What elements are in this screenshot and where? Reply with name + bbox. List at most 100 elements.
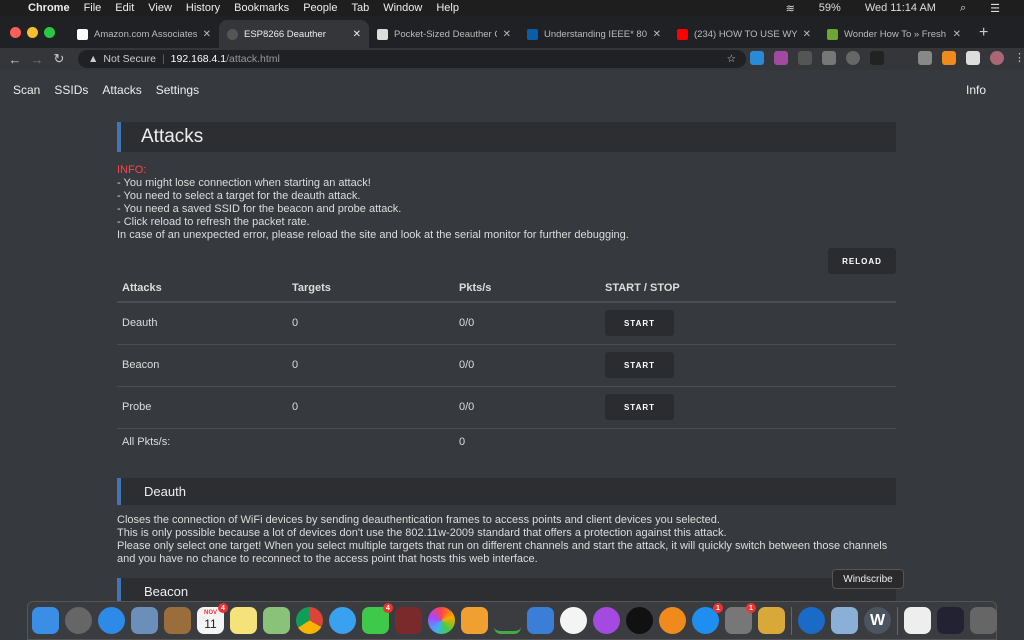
windscribe-icon[interactable]: W	[864, 607, 891, 634]
address-bar[interactable]: ▲ Not Secure | 192.168.4.1/attack.html ☆	[78, 50, 746, 68]
reload-button[interactable]: RELOAD	[828, 248, 896, 274]
tab-esp8266-deauther[interactable]: ESP8266 Deauther ✕	[219, 20, 369, 48]
menu-people[interactable]: People	[303, 2, 337, 14]
nav-info[interactable]: Info	[966, 83, 986, 97]
reload-page-button[interactable]: ↻	[48, 51, 70, 67]
k-extension-icon[interactable]	[894, 51, 908, 65]
tab-amazon[interactable]: Amazon.com Associates C ✕	[69, 20, 219, 48]
minimize-window-button[interactable]	[27, 27, 38, 38]
profile-avatar[interactable]	[990, 51, 1004, 65]
menu-window[interactable]: Window	[383, 2, 422, 14]
hackster-favicon-icon	[377, 28, 388, 40]
extension-icon[interactable]	[798, 51, 812, 65]
close-tab-icon[interactable]: ✕	[203, 29, 211, 40]
menu-history[interactable]: History	[186, 2, 220, 14]
pen-extension-icon[interactable]	[774, 51, 788, 65]
keynote-icon[interactable]	[527, 607, 554, 634]
nav-attacks[interactable]: Attacks	[102, 83, 141, 97]
contacts-icon[interactable]	[164, 607, 191, 634]
terminal-extension-icon[interactable]	[870, 51, 884, 65]
close-window-button[interactable]	[10, 27, 21, 38]
close-tab-icon[interactable]: ✕	[953, 29, 961, 40]
photo-booth-icon[interactable]	[395, 607, 422, 634]
bookmark-star-icon[interactable]: ☆	[727, 53, 736, 65]
tab-wonderhowto[interactable]: Wonder How To » Fresh H ✕	[819, 20, 969, 48]
tab-intel[interactable]: Understanding IEEE* 802. ✕	[519, 20, 669, 48]
wifi-icon[interactable]: ≋	[786, 2, 795, 15]
archive-utility-icon[interactable]	[758, 607, 785, 634]
document-icon[interactable]	[904, 607, 931, 634]
screen-icon[interactable]	[937, 607, 964, 634]
attacks-table: Attacks Targets Pkts/s START / STOP Deau…	[117, 274, 896, 455]
notes-icon[interactable]	[230, 607, 257, 634]
wonderhowto-favicon-icon	[827, 28, 838, 40]
pages-icon[interactable]	[461, 607, 488, 634]
1b-extension-icon[interactable]	[918, 51, 932, 65]
attack-pkts: 0/0	[454, 302, 600, 345]
preview-icon[interactable]	[131, 607, 158, 634]
close-tab-icon[interactable]: ✕	[653, 29, 661, 40]
clock[interactable]: Wed 11:14 AM	[865, 2, 936, 14]
chrome-icon[interactable]	[296, 607, 323, 634]
drive-extension-icon[interactable]	[822, 51, 836, 65]
probe-start-button[interactable]: START	[605, 394, 674, 420]
new-tab-button[interactable]: +	[969, 24, 988, 48]
attack-targets: 0	[287, 302, 454, 345]
app-store-icon[interactable]: 1	[692, 603, 723, 634]
ip-extension-icon[interactable]	[750, 51, 764, 65]
spotlight-icon[interactable]: ⌕	[960, 2, 966, 15]
facetime-icon[interactable]: 4	[362, 603, 393, 634]
attack-action-cell: START	[600, 344, 896, 387]
close-tab-icon[interactable]: ✕	[803, 29, 811, 40]
nav-scan[interactable]: Scan	[13, 83, 40, 97]
maps-icon[interactable]	[263, 607, 290, 634]
menu-tab[interactable]: Tab	[351, 2, 369, 14]
nav-ssids[interactable]: SSIDs	[54, 83, 88, 97]
col-start-stop: START / STOP	[600, 274, 896, 303]
close-tab-icon[interactable]: ✕	[353, 29, 361, 40]
menu-edit[interactable]: Edit	[115, 2, 134, 14]
trash-icon[interactable]	[970, 607, 997, 634]
nav-settings[interactable]: Settings	[156, 83, 199, 97]
puzzle-extensions-icon[interactable]	[966, 51, 980, 65]
numbers-icon[interactable]	[494, 607, 521, 634]
quicktime-icon[interactable]	[798, 607, 825, 634]
menu-file[interactable]: File	[84, 2, 102, 14]
deauth-description: Closes the connection of WiFi devices by…	[117, 514, 896, 566]
podcasts-icon[interactable]	[593, 607, 620, 634]
books-icon[interactable]	[659, 607, 686, 634]
main-content: Attacks INFO: - You might lose connectio…	[117, 122, 896, 605]
zoom-window-button[interactable]	[44, 27, 55, 38]
beacon-start-button[interactable]: START	[605, 352, 674, 378]
close-tab-icon[interactable]: ✕	[503, 29, 511, 40]
macos-menubar: Chrome File Edit View History Bookmarks …	[0, 0, 1024, 16]
menu-help[interactable]: Help	[436, 2, 459, 14]
forward-button[interactable]: →	[26, 52, 48, 67]
deauth-start-button[interactable]: START	[605, 310, 674, 337]
back-button[interactable]: ←	[4, 52, 26, 67]
notification-center-icon[interactable]: ☰	[990, 2, 1000, 15]
system-preferences-icon[interactable]: 1	[725, 603, 756, 634]
music-icon[interactable]	[560, 607, 587, 634]
tab-pocket-deauther[interactable]: Pocket-Sized Deauther Co ✕	[369, 20, 519, 48]
menu-app-name[interactable]: Chrome	[28, 2, 70, 14]
orange-extension-icon[interactable]	[942, 51, 956, 65]
attack-targets: 0	[287, 386, 454, 429]
more-menu-icon[interactable]: ⋮	[1014, 51, 1024, 65]
finder-icon[interactable]	[32, 607, 59, 634]
battery-percent[interactable]: 59%	[819, 2, 841, 14]
warning-icon: ▲	[88, 53, 99, 65]
safari-icon[interactable]	[98, 607, 125, 634]
calendar-icon[interactable]: NOV 11 4	[197, 603, 228, 634]
preview-folder-icon[interactable]	[831, 607, 858, 634]
menu-view[interactable]: View	[148, 2, 172, 14]
launchpad-icon[interactable]	[65, 607, 92, 634]
menu-bookmarks[interactable]: Bookmarks	[234, 2, 289, 14]
attack-name: Deauth	[117, 302, 287, 345]
security-label[interactable]: Not Secure	[103, 53, 156, 65]
tab-youtube[interactable]: (234) HOW TO USE WYZE ✕	[669, 20, 819, 48]
lock-extension-icon[interactable]	[846, 51, 860, 65]
messages-icon[interactable]	[329, 607, 356, 634]
apple-tv-icon[interactable]	[626, 607, 653, 634]
photos-icon[interactable]	[428, 607, 455, 634]
